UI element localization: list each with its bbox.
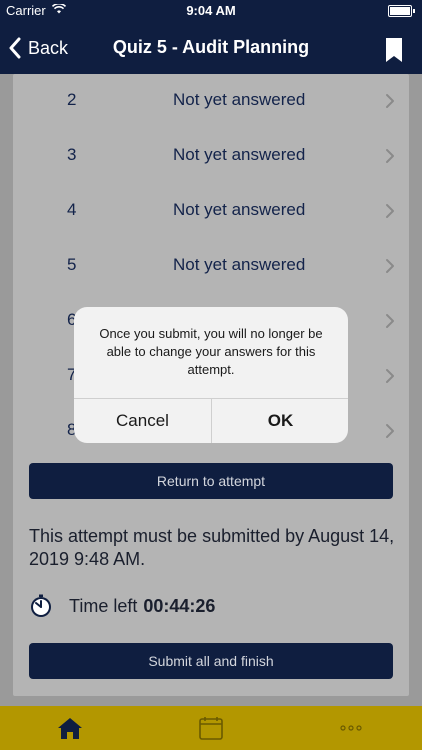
ok-button[interactable]: OK <box>212 399 348 443</box>
submit-confirm-dialog: Once you submit, you will no longer be a… <box>74 307 348 443</box>
dialog-message: Once you submit, you will no longer be a… <box>99 326 323 377</box>
cancel-button[interactable]: Cancel <box>74 399 211 443</box>
